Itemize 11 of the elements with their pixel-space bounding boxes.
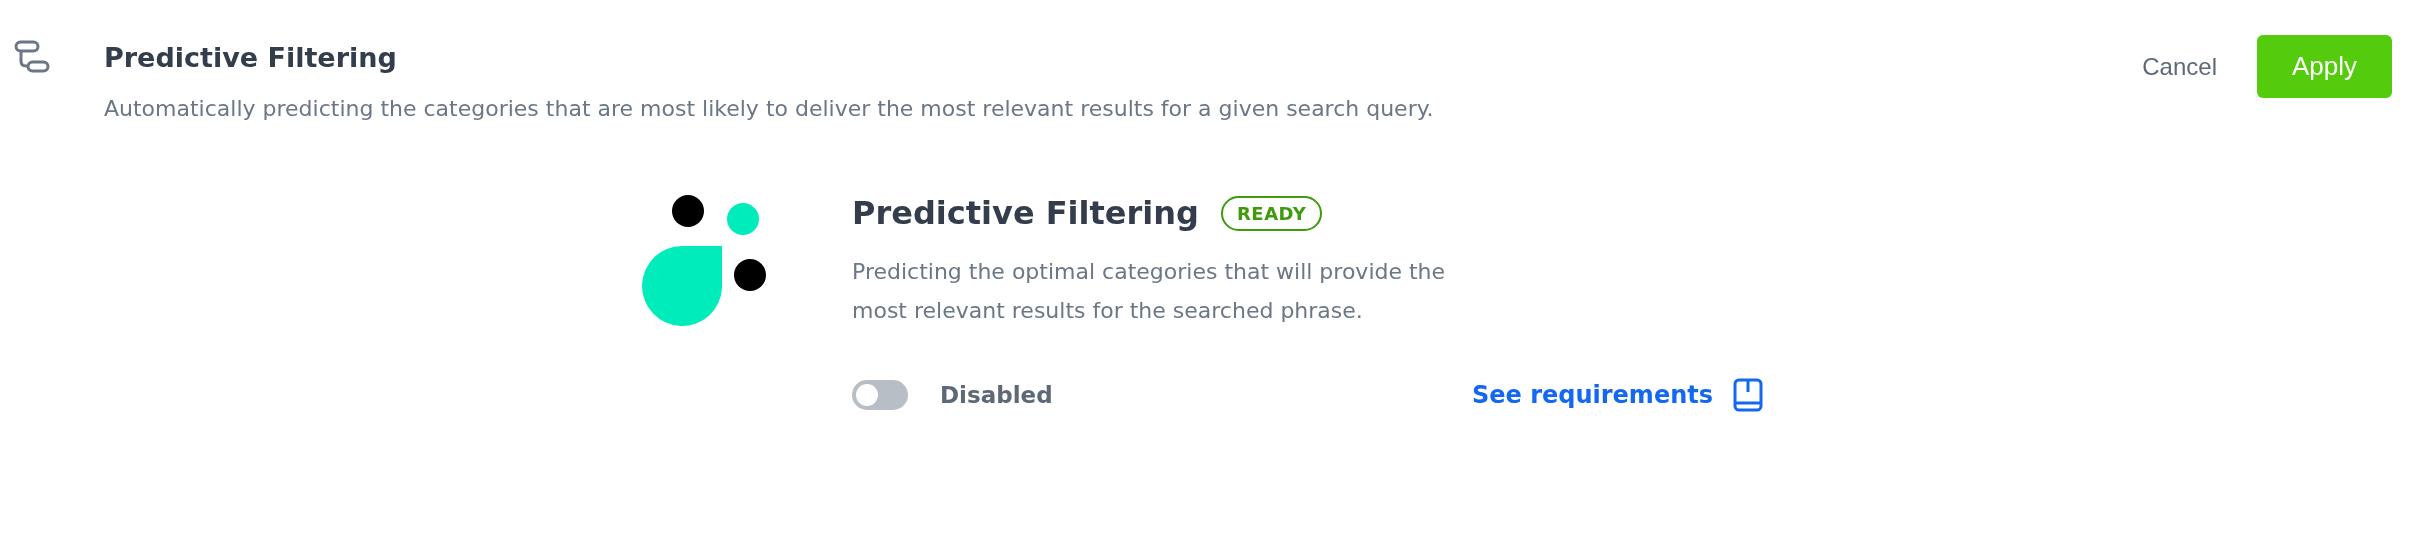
- feature-title: Predictive Filtering: [852, 194, 1199, 232]
- page-title: Predictive Filtering: [104, 41, 398, 75]
- cancel-button[interactable]: Cancel: [2142, 52, 2217, 81]
- flow-icon: [14, 40, 50, 74]
- status-badge: READY: [1221, 195, 1323, 231]
- requirements-link[interactable]: See requirements: [1471, 381, 1713, 409]
- feature-description: Predicting the optimal categories that will provide the most relevant results for the searched phrase.: [852, 258, 1447, 325]
- book-icon[interactable]: [1733, 378, 1763, 412]
- page-description: Automatically predicting the categories that are most likely to deliver the most relevant results for a given search query.: [104, 95, 1435, 123]
- toggle-switch[interactable]: [852, 380, 908, 410]
- toggle-label: Disabled: [940, 382, 1054, 408]
